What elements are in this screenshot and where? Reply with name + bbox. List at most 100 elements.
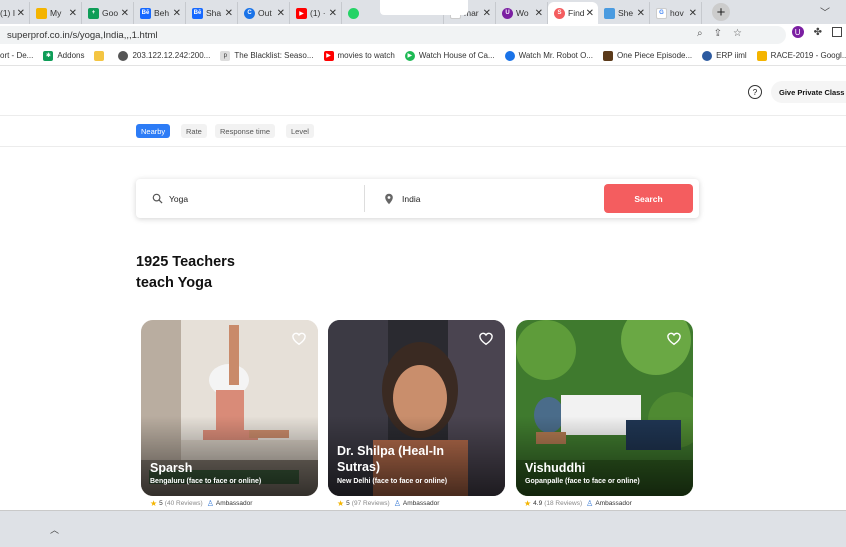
teacher-name: Vishuddhi [525,461,586,475]
close-icon[interactable]: ✕ [69,8,77,19]
filter-nearby[interactable]: Nearby [136,124,171,138]
teacher-card[interactable]: Vishuddhi Gopanpalle (face to face or on… [516,320,693,496]
youtube-icon: ▶ [323,50,334,61]
close-icon[interactable]: ✕ [173,8,181,19]
teacher-badge: Ambassador [402,500,440,507]
tab-3[interactable]: + Goo ✕ [82,2,134,24]
close-icon[interactable]: ✕ [586,8,594,19]
close-icon[interactable]: ✕ [225,8,233,19]
bookmark-item[interactable]: RACE-2019 - Googl... [756,50,846,61]
shell-icon [604,7,615,19]
profile-extension-icon[interactable]: U [791,26,804,38]
outline-icon: C [244,7,255,19]
filter-level[interactable]: Level [286,124,314,138]
share-icon[interactable]: ⇪ [714,28,722,39]
site-icon: p [220,50,231,61]
bookmark-item[interactable]: ERP iiml [702,50,747,61]
chevron-down-icon[interactable]: ﹀ [820,4,830,19]
tab-2[interactable]: My ✕ [30,2,82,24]
bookmark-label: ERP iiml [716,51,747,60]
teacher-badge: Ambassador [215,500,253,507]
address-bar[interactable]: superprof.co.in/s/yoga,India,,,1.html [0,26,786,44]
tab-7[interactable]: ▶ (1) · ✕ [290,2,342,24]
bookmark-item[interactable]: ▶ Watch House of Ca... [404,50,495,61]
bottom-bar: ︿ [0,510,846,547]
bookmark-folder[interactable] [94,50,108,61]
bookmark-star-icon[interactable]: ☆ [733,28,742,39]
teacher-name: Dr. Shilpa (Heal-In Sutras) [337,444,444,474]
extension-icons: U ✤ [791,26,842,38]
filter-rate[interactable]: Rate [181,124,207,138]
tab-1[interactable]: (1) I ✕ [0,2,30,24]
behance-icon: Bē [140,7,151,19]
teacher-card[interactable]: Sparsh Bengaluru (face to face or online… [141,320,318,496]
close-icon[interactable]: ✕ [535,8,543,19]
tab-4[interactable]: Bē Beh ✕ [134,2,186,24]
tab-title: hov [670,8,684,18]
location-input[interactable]: India [402,194,420,204]
youtube-icon: ▶ [296,7,307,19]
bookmark-item[interactable]: One Piece Episode... [602,50,692,61]
globe-icon [118,50,129,61]
puzzle-icon[interactable]: ✤ [814,27,822,38]
site-icon [702,50,713,61]
search-divider [364,185,365,212]
site-header: ? Give Private Class [0,66,846,116]
heart-icon[interactable] [667,332,681,346]
teacher-rating: 4.9 [533,500,543,507]
bookmark-item[interactable]: ✱ Addons [43,50,84,61]
zoom-icon[interactable]: ⌕ [697,28,703,39]
heart-icon[interactable] [292,332,306,346]
close-icon[interactable]: ✕ [17,8,25,19]
tab-title: My [50,8,62,18]
close-icon[interactable]: ✕ [329,8,337,19]
close-icon[interactable]: ✕ [483,8,491,19]
chevron-up-icon[interactable]: ︿ [50,523,59,536]
bookmark-item[interactable]: 203.122.12.242:200... [118,50,210,61]
ambassador-badge-icon: ♙ [206,499,214,508]
tab-10[interactable]: U Wo ✕ [496,2,548,24]
star-icon: ★ [524,499,532,508]
tab-title: Goo [102,8,119,18]
teacher-meta: ★ 5 (40 Reviews) ♙ Ambassador [150,499,252,508]
filter-response-time[interactable]: Response time [215,124,276,138]
tab-5[interactable]: Bē Sha ✕ [186,2,238,24]
teacher-rating: 5 [159,500,163,507]
tab-6[interactable]: C Out ✕ [238,2,290,24]
teacher-reviews: (18 Reviews) [544,500,583,507]
teacher-rating: 5 [346,500,350,507]
close-icon[interactable]: ✕ [277,8,285,19]
filter-bar: Nearby Rate Response time Level [0,117,846,147]
bookmark-item[interactable]: Watch Mr. Robot O... [504,50,593,61]
bookmark-label: Watch Mr. Robot O... [518,51,593,60]
star-icon: ★ [337,499,345,508]
bookmark-label: The Blacklist: Seaso... [234,51,314,60]
tab-13[interactable]: Ghov ✕ [650,2,702,24]
close-icon[interactable]: ✕ [121,8,129,19]
close-icon[interactable]: ✕ [637,8,645,19]
bookmark-label: Watch House of Ca... [418,51,495,60]
tab-title: Out [258,8,272,18]
sidebar-icon[interactable] [832,27,842,37]
subject-input[interactable]: Yoga [169,194,188,204]
tab-strip: (1) I ✕ My ✕ + Goo ✕ Bē Beh ✕ Bē Sha ✕ C Out ✕ ▶ (1… [0,0,846,24]
heart-icon[interactable] [479,332,493,346]
location-field[interactable]: India [384,179,420,218]
close-icon[interactable]: ✕ [689,8,697,19]
give-private-class-button[interactable]: Give Private Class [771,81,846,103]
teacher-card[interactable]: Dr. Shilpa (Heal-In Sutras) New Delhi (f… [328,320,505,496]
behance-icon: Bē [192,7,203,19]
tab-12[interactable]: She ✕ [598,2,650,24]
bookmark-item[interactable]: ort - De... [0,51,33,60]
bookmark-item[interactable]: ▶ movies to watch [323,50,395,61]
help-icon[interactable]: ? [748,85,762,99]
teacher-location: New Delhi (face to face or online) [337,478,448,485]
subject-field[interactable]: Yoga [152,179,188,218]
browser-window: (1) I ✕ My ✕ + Goo ✕ Bē Beh ✕ Bē Sha ✕ C Out ✕ ▶ (1… [0,0,846,547]
search-button[interactable]: Search [604,184,693,213]
new-tab-button[interactable]: + [712,3,730,21]
bookmark-item[interactable]: p The Blacklist: Seaso... [220,50,314,61]
results-heading: 1925 Teachers teach Yoga [136,252,235,294]
google-sheets-icon: + [88,7,99,19]
tab-11-active[interactable]: S Find ✕ [548,2,598,24]
